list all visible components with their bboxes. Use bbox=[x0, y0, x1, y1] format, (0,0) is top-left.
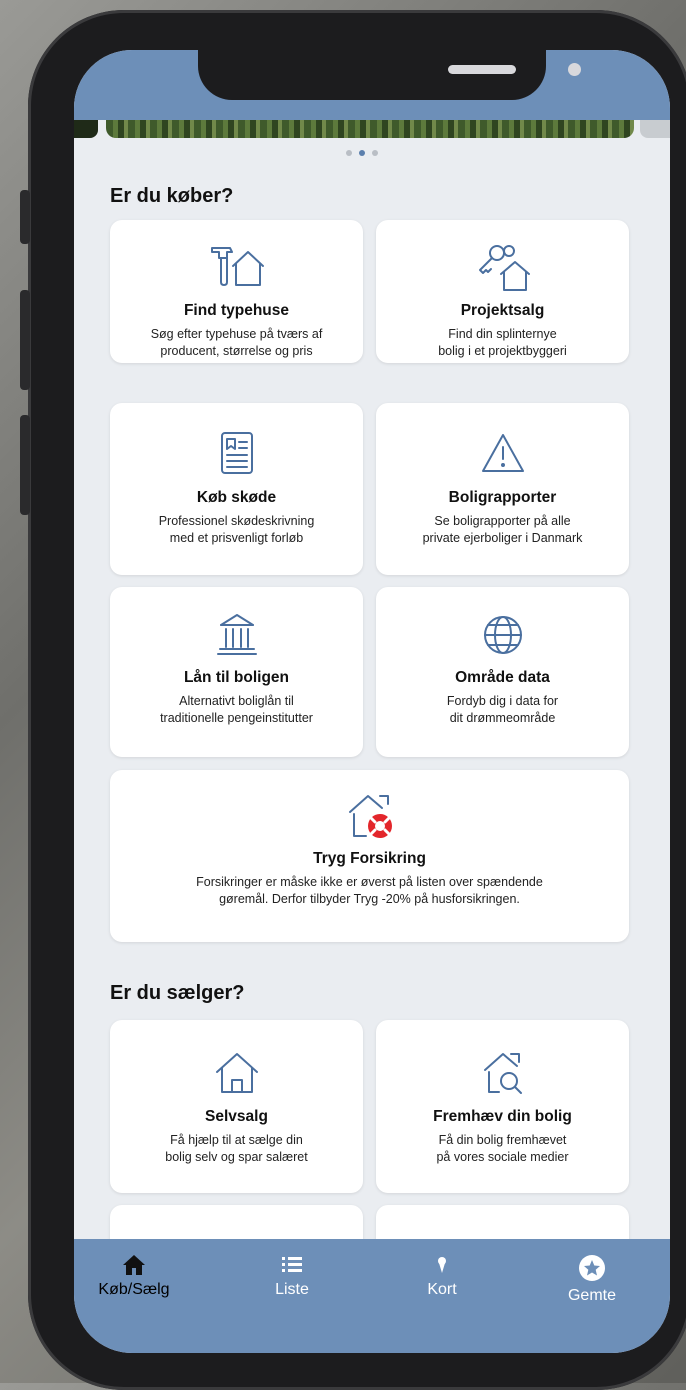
card-title: Tryg Forsikring bbox=[313, 850, 426, 867]
keys-house-icon bbox=[478, 245, 530, 291]
card-description: Få hjælp til at sælge din bolig selv og … bbox=[165, 1133, 308, 1164]
card-description: Forsikringer er måske ikke er øverst på … bbox=[196, 875, 543, 906]
tab-liste[interactable]: Liste bbox=[232, 1253, 352, 1299]
list-icon bbox=[282, 1257, 302, 1272]
card-description: Find din splinternye bolig i et projektb… bbox=[438, 327, 567, 358]
card-laan-til-boligen[interactable]: Lån til boligen Alternativt boliglån til… bbox=[110, 587, 363, 757]
card-title: Køb skøde bbox=[196, 489, 277, 506]
tab-kort[interactable]: Kort bbox=[382, 1253, 502, 1299]
carousel-image[interactable] bbox=[106, 120, 634, 138]
card-fremhaev-din-bolig[interactable]: Fremhæv din bolig Få din bolig fremhævet… bbox=[376, 1020, 629, 1193]
warning-icon bbox=[481, 434, 524, 472]
card-title: Boligrapporter bbox=[448, 489, 557, 506]
house-lifebuoy-icon bbox=[348, 795, 392, 838]
tab-label: Gemte bbox=[567, 1287, 616, 1304]
card-description: Fordyb dig i data for dit drømmeområde bbox=[446, 694, 559, 725]
seller-section-title: Er du sælger? bbox=[110, 982, 245, 1004]
carousel-dot[interactable] bbox=[346, 150, 352, 156]
app-screen: Er du køber? Find typehuse Søg efter typ… bbox=[74, 50, 670, 1353]
globe-icon bbox=[483, 616, 522, 654]
carousel-dot[interactable] bbox=[372, 150, 378, 156]
card-find-typehuse[interactable]: Find typehuse Søg efter typehuse på tvær… bbox=[110, 220, 363, 363]
volume-up-button bbox=[20, 290, 30, 390]
card-title: Projektsalg bbox=[460, 302, 545, 319]
card-projektsalg[interactable]: Projektsalg Find din splinternye bolig i… bbox=[376, 220, 629, 363]
bank-icon bbox=[216, 614, 257, 655]
card-title: Selvsalg bbox=[205, 1108, 268, 1125]
front-camera bbox=[568, 63, 581, 76]
mute-switch bbox=[20, 190, 30, 244]
carousel-indicator[interactable] bbox=[346, 150, 378, 156]
card-title: Find typehuse bbox=[183, 302, 290, 319]
card-description: Søg efter typehuse på tværs af producent… bbox=[150, 327, 323, 358]
map-pin-icon bbox=[438, 1257, 446, 1273]
star-icon bbox=[579, 1255, 605, 1281]
speaker-grille bbox=[448, 65, 516, 74]
card-tryg-forsikring[interactable]: Tryg Forsikring Forsikringer er måske ik… bbox=[110, 770, 629, 942]
card-description: Se boligrapporter på alle private ejerbo… bbox=[422, 514, 583, 545]
tools-house-icon bbox=[210, 247, 264, 286]
card-title: Lån til boligen bbox=[183, 669, 290, 686]
carousel-next-image[interactable] bbox=[640, 120, 670, 138]
card-description: Alternativt boliglån til traditionelle p… bbox=[160, 694, 313, 725]
home-icon bbox=[123, 1255, 145, 1275]
document-icon bbox=[220, 432, 253, 474]
buyer-section-title: Er du køber? bbox=[110, 185, 234, 207]
tab-koeb-saelg[interactable]: Køb/Sælg bbox=[74, 1253, 194, 1299]
card-title: Område data bbox=[455, 669, 550, 686]
card-koeb-skoede[interactable]: Køb skøde Professionel skødeskrivning me… bbox=[110, 403, 363, 575]
card-omraade-data[interactable]: Område data Fordyb dig i data for dit dr… bbox=[376, 587, 629, 757]
tab-label: Kort bbox=[427, 1281, 457, 1298]
card-description: Professionel skødeskrivning med et prisv… bbox=[158, 514, 315, 545]
tab-gemte[interactable]: Gemte bbox=[532, 1253, 652, 1305]
card-selvsalg[interactable]: Selvsalg Få hjælp til at sælge din bolig… bbox=[110, 1020, 363, 1193]
bottom-tab-bar: Køb/Sælg Liste Kort Gemte bbox=[74, 1239, 670, 1353]
card-description: Få din bolig fremhævet på vores sociale … bbox=[436, 1133, 569, 1164]
card-boligrapporter[interactable]: Boligrapporter Se boligrapporter på alle… bbox=[376, 403, 629, 575]
carousel-dot-active[interactable] bbox=[359, 150, 365, 156]
phone-notch bbox=[198, 50, 581, 100]
tab-label: Køb/Sælg bbox=[98, 1281, 170, 1298]
card-title: Fremhæv din bolig bbox=[433, 1108, 572, 1125]
house-icon bbox=[215, 1053, 258, 1093]
tab-label: Liste bbox=[275, 1281, 309, 1298]
house-search-icon bbox=[483, 1053, 522, 1094]
volume-down-button bbox=[20, 415, 30, 515]
carousel-prev-image[interactable] bbox=[74, 120, 98, 138]
